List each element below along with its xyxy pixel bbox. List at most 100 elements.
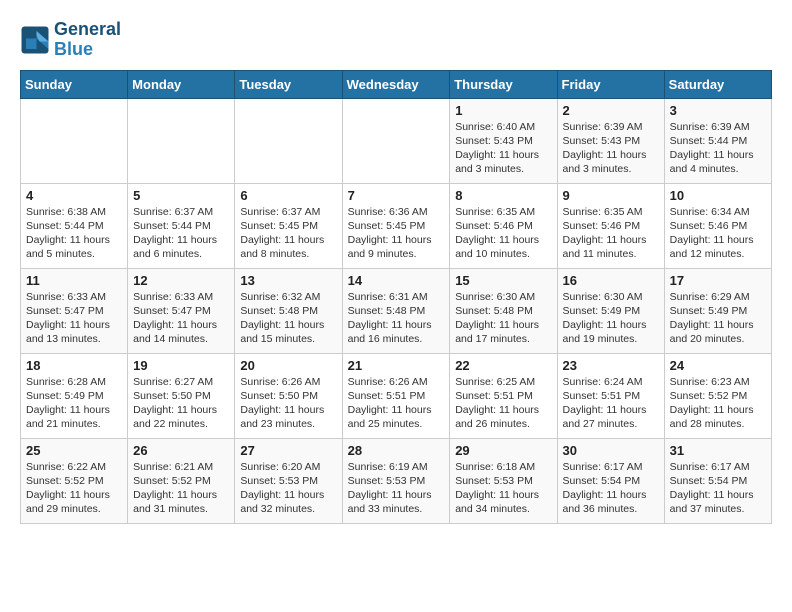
daylight-text: Daylight: 11 hours and 34 minutes. [455,488,551,516]
sunrise-text: Sunrise: 6:25 AM [455,375,551,389]
sunset-text: Sunset: 5:50 PM [133,389,229,403]
sunset-text: Sunset: 5:46 PM [670,219,766,233]
daylight-text: Daylight: 11 hours and 37 minutes. [670,488,766,516]
sunrise-text: Sunrise: 6:31 AM [348,290,445,304]
day-number: 11 [26,273,122,288]
sunset-text: Sunset: 5:44 PM [26,219,122,233]
sunset-text: Sunset: 5:43 PM [455,134,551,148]
calendar-cell: 1 Sunrise: 6:40 AM Sunset: 5:43 PM Dayli… [450,98,557,183]
daylight-text: Daylight: 11 hours and 15 minutes. [240,318,336,346]
cell-content: Sunrise: 6:32 AM Sunset: 5:48 PM Dayligh… [240,290,336,347]
cell-content: Sunrise: 6:30 AM Sunset: 5:48 PM Dayligh… [455,290,551,347]
daylight-text: Daylight: 11 hours and 4 minutes. [670,148,766,176]
day-number: 21 [348,358,445,373]
cell-content: Sunrise: 6:17 AM Sunset: 5:54 PM Dayligh… [670,460,766,517]
calendar-cell: 30 Sunrise: 6:17 AM Sunset: 5:54 PM Dayl… [557,438,664,523]
daylight-text: Daylight: 11 hours and 32 minutes. [240,488,336,516]
calendar-cell [342,98,450,183]
calendar-cell: 2 Sunrise: 6:39 AM Sunset: 5:43 PM Dayli… [557,98,664,183]
sunset-text: Sunset: 5:49 PM [670,304,766,318]
day-number: 25 [26,443,122,458]
sunrise-text: Sunrise: 6:39 AM [670,120,766,134]
daylight-text: Daylight: 11 hours and 11 minutes. [563,233,659,261]
daylight-text: Daylight: 11 hours and 17 minutes. [455,318,551,346]
cell-content: Sunrise: 6:34 AM Sunset: 5:46 PM Dayligh… [670,205,766,262]
sunset-text: Sunset: 5:49 PM [26,389,122,403]
calendar-week-row: 25 Sunrise: 6:22 AM Sunset: 5:52 PM Dayl… [21,438,772,523]
daylight-text: Daylight: 11 hours and 23 minutes. [240,403,336,431]
cell-content: Sunrise: 6:22 AM Sunset: 5:52 PM Dayligh… [26,460,122,517]
sunrise-text: Sunrise: 6:40 AM [455,120,551,134]
cell-content: Sunrise: 6:19 AM Sunset: 5:53 PM Dayligh… [348,460,445,517]
day-number: 9 [563,188,659,203]
calendar-week-row: 18 Sunrise: 6:28 AM Sunset: 5:49 PM Dayl… [21,353,772,438]
daylight-text: Daylight: 11 hours and 14 minutes. [133,318,229,346]
daylight-text: Daylight: 11 hours and 3 minutes. [455,148,551,176]
day-number: 10 [670,188,766,203]
day-number: 5 [133,188,229,203]
sunset-text: Sunset: 5:52 PM [670,389,766,403]
sunrise-text: Sunrise: 6:20 AM [240,460,336,474]
calendar-cell: 6 Sunrise: 6:37 AM Sunset: 5:45 PM Dayli… [235,183,342,268]
daylight-text: Daylight: 11 hours and 20 minutes. [670,318,766,346]
cell-content: Sunrise: 6:25 AM Sunset: 5:51 PM Dayligh… [455,375,551,432]
calendar-cell: 22 Sunrise: 6:25 AM Sunset: 5:51 PM Dayl… [450,353,557,438]
day-number: 7 [348,188,445,203]
cell-content: Sunrise: 6:29 AM Sunset: 5:49 PM Dayligh… [670,290,766,347]
sunrise-text: Sunrise: 6:36 AM [348,205,445,219]
sunset-text: Sunset: 5:45 PM [240,219,336,233]
daylight-text: Daylight: 11 hours and 5 minutes. [26,233,122,261]
sunrise-text: Sunrise: 6:33 AM [26,290,122,304]
calendar-cell: 21 Sunrise: 6:26 AM Sunset: 5:51 PM Dayl… [342,353,450,438]
sunset-text: Sunset: 5:54 PM [563,474,659,488]
day-number: 28 [348,443,445,458]
logo-icon [20,25,50,55]
calendar-cell: 19 Sunrise: 6:27 AM Sunset: 5:50 PM Dayl… [128,353,235,438]
calendar-cell: 12 Sunrise: 6:33 AM Sunset: 5:47 PM Dayl… [128,268,235,353]
calendar-cell: 31 Sunrise: 6:17 AM Sunset: 5:54 PM Dayl… [664,438,771,523]
day-number: 16 [563,273,659,288]
daylight-text: Daylight: 11 hours and 21 minutes. [26,403,122,431]
sunrise-text: Sunrise: 6:18 AM [455,460,551,474]
day-number: 1 [455,103,551,118]
cell-content: Sunrise: 6:39 AM Sunset: 5:43 PM Dayligh… [563,120,659,177]
sunset-text: Sunset: 5:51 PM [455,389,551,403]
daylight-text: Daylight: 11 hours and 19 minutes. [563,318,659,346]
day-number: 19 [133,358,229,373]
day-number: 26 [133,443,229,458]
daylight-text: Daylight: 11 hours and 10 minutes. [455,233,551,261]
calendar-cell: 8 Sunrise: 6:35 AM Sunset: 5:46 PM Dayli… [450,183,557,268]
calendar-week-row: 11 Sunrise: 6:33 AM Sunset: 5:47 PM Dayl… [21,268,772,353]
daylight-text: Daylight: 11 hours and 8 minutes. [240,233,336,261]
calendar-cell [21,98,128,183]
sunset-text: Sunset: 5:44 PM [670,134,766,148]
sunset-text: Sunset: 5:52 PM [133,474,229,488]
sunset-text: Sunset: 5:53 PM [240,474,336,488]
weekday-header: Sunday [21,70,128,98]
cell-content: Sunrise: 6:26 AM Sunset: 5:51 PM Dayligh… [348,375,445,432]
sunset-text: Sunset: 5:51 PM [563,389,659,403]
sunset-text: Sunset: 5:51 PM [348,389,445,403]
calendar-cell: 4 Sunrise: 6:38 AM Sunset: 5:44 PM Dayli… [21,183,128,268]
sunrise-text: Sunrise: 6:30 AM [455,290,551,304]
sunrise-text: Sunrise: 6:35 AM [563,205,659,219]
daylight-text: Daylight: 11 hours and 13 minutes. [26,318,122,346]
sunset-text: Sunset: 5:53 PM [348,474,445,488]
daylight-text: Daylight: 11 hours and 33 minutes. [348,488,445,516]
sunset-text: Sunset: 5:50 PM [240,389,336,403]
weekday-header: Tuesday [235,70,342,98]
calendar-cell: 15 Sunrise: 6:30 AM Sunset: 5:48 PM Dayl… [450,268,557,353]
calendar-cell: 20 Sunrise: 6:26 AM Sunset: 5:50 PM Dayl… [235,353,342,438]
sunset-text: Sunset: 5:54 PM [670,474,766,488]
calendar-table: SundayMondayTuesdayWednesdayThursdayFrid… [20,70,772,524]
day-number: 12 [133,273,229,288]
calendar-cell: 3 Sunrise: 6:39 AM Sunset: 5:44 PM Dayli… [664,98,771,183]
sunrise-text: Sunrise: 6:37 AM [133,205,229,219]
daylight-text: Daylight: 11 hours and 36 minutes. [563,488,659,516]
calendar-cell: 18 Sunrise: 6:28 AM Sunset: 5:49 PM Dayl… [21,353,128,438]
cell-content: Sunrise: 6:37 AM Sunset: 5:44 PM Dayligh… [133,205,229,262]
day-number: 15 [455,273,551,288]
cell-content: Sunrise: 6:24 AM Sunset: 5:51 PM Dayligh… [563,375,659,432]
daylight-text: Daylight: 11 hours and 28 minutes. [670,403,766,431]
sunset-text: Sunset: 5:47 PM [133,304,229,318]
